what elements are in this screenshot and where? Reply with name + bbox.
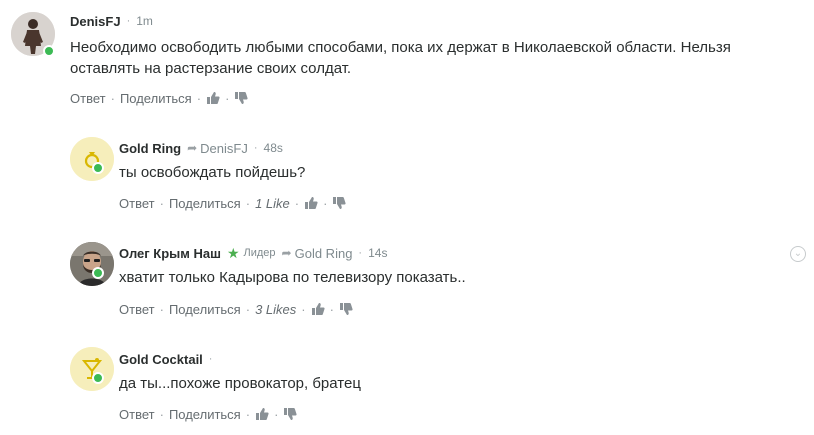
- separator-dot: ·: [225, 90, 230, 106]
- separator-dot: ·: [159, 301, 164, 317]
- bearded-man-photo: [70, 242, 114, 286]
- comment-actions: Ответ · Поделиться · 1 Like · ·: [119, 194, 347, 212]
- comment-actions: Ответ · Поделиться · 3 Likes · ·: [119, 300, 353, 318]
- separator-dot: ·: [126, 15, 131, 27]
- online-indicator: [92, 267, 104, 279]
- share-button[interactable]: Поделиться: [169, 407, 241, 422]
- author-name[interactable]: DenisFJ: [70, 14, 121, 29]
- comment-text: ты освобождать пойдешь?: [119, 164, 306, 181]
- author-name[interactable]: Gold Cocktail: [119, 352, 203, 367]
- ring-icon: [70, 137, 114, 181]
- collapse-toggle-icon[interactable]: ⌄: [790, 246, 806, 262]
- author-name[interactable]: Gold Ring: [119, 141, 181, 156]
- separator-dot: ·: [329, 301, 334, 317]
- comment-text-line: Необходимо освободить любыми способами, …: [70, 39, 731, 56]
- comment-actions: Ответ · Поделиться · ·: [119, 405, 298, 423]
- separator-dot: ·: [208, 353, 213, 365]
- avatar[interactable]: [70, 242, 114, 286]
- avatar[interactable]: [70, 137, 114, 181]
- separator-dot: ·: [196, 90, 202, 106]
- reply-button[interactable]: Ответ: [119, 196, 155, 211]
- separator-dot: ·: [358, 247, 363, 259]
- timestamp[interactable]: 14s: [368, 246, 387, 260]
- leader-badge: Лидер: [243, 247, 276, 259]
- separator-dot: ·: [323, 195, 328, 211]
- share-button[interactable]: Поделиться: [120, 91, 192, 106]
- thumbs-up-icon[interactable]: [311, 302, 325, 316]
- reply-button[interactable]: Ответ: [119, 407, 155, 422]
- separator-dot: ·: [253, 142, 258, 154]
- separator-dot: ·: [294, 195, 300, 211]
- thumbs-up-icon[interactable]: [304, 196, 318, 210]
- comment-text: хватит только Кадырова по телевизору пок…: [119, 269, 466, 286]
- share-button[interactable]: Поделиться: [169, 196, 241, 211]
- reply-arrow-icon: ➦: [281, 246, 292, 260]
- reply-button[interactable]: Ответ: [119, 302, 155, 317]
- timestamp[interactable]: 1m: [136, 14, 153, 28]
- star-icon: ★: [226, 244, 240, 261]
- separator-dot: ·: [110, 90, 115, 106]
- separator-dot: ·: [245, 195, 251, 211]
- separator-dot: ·: [159, 406, 164, 422]
- thumbs-up-icon[interactable]: [206, 91, 220, 105]
- comment-text: Необходимо освободить любыми способами, …: [70, 37, 790, 79]
- reply-to-author[interactable]: DenisFJ: [200, 141, 248, 156]
- thumbs-down-icon[interactable]: [332, 196, 347, 210]
- author-name[interactable]: Олег Крым Наш: [119, 246, 221, 261]
- separator-dot: ·: [245, 406, 251, 422]
- online-indicator: [43, 45, 55, 57]
- comment-actions: Ответ · Поделиться · ·: [70, 89, 249, 107]
- separator-dot: ·: [301, 301, 306, 317]
- thumbs-down-icon[interactable]: [283, 407, 298, 421]
- share-button[interactable]: Поделиться: [169, 302, 241, 317]
- thumbs-down-icon[interactable]: [234, 91, 249, 105]
- comment-text-line: оставлять на растерзание своих солдат.: [70, 60, 352, 77]
- online-indicator: [92, 372, 104, 384]
- reply-to-author[interactable]: Gold Ring: [295, 246, 353, 261]
- thumbs-down-icon[interactable]: [339, 302, 353, 316]
- separator-dot: ·: [159, 195, 164, 211]
- cocktail-icon: [70, 347, 114, 391]
- thumbs-up-icon[interactable]: [255, 407, 269, 421]
- reply-button[interactable]: Ответ: [70, 91, 106, 106]
- comment-text: да ты...похоже провокатор, братец: [119, 375, 361, 392]
- likes-count[interactable]: 3 Likes: [255, 302, 296, 317]
- online-indicator: [92, 162, 104, 174]
- separator-dot: ·: [274, 406, 279, 422]
- timestamp[interactable]: 48s: [264, 141, 283, 155]
- avatar[interactable]: [70, 347, 114, 391]
- likes-count[interactable]: 1 Like: [255, 196, 290, 211]
- reply-arrow-icon: ➦: [187, 141, 198, 155]
- separator-dot: ·: [245, 301, 251, 317]
